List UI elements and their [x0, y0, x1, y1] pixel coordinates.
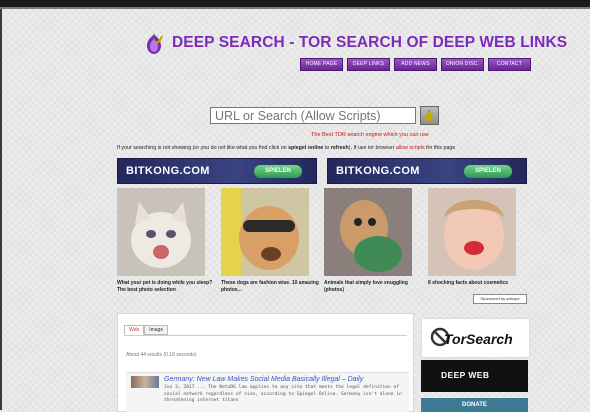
tab-divider: [124, 335, 407, 336]
ad-thumbnail-kitten[interactable]: [117, 188, 205, 276]
torsearch-logo[interactable]: TorSearch: [421, 318, 530, 358]
allow-scripts-link[interactable]: allow scripts: [396, 145, 425, 151]
result-snippet: Jun 3, 2017 ... The NetzDG law applies t…: [164, 385, 402, 404]
nav-onion-disc-button[interactable]: ONION DISC.: [441, 58, 484, 71]
nav-add-news-button[interactable]: ADD NEWS: [394, 58, 437, 71]
nav-deep-links-button[interactable]: DEEP LINKS: [347, 58, 390, 71]
ad-caption[interactable]: These dogs are fashion wise. 10 amazing …: [221, 280, 321, 294]
search-notice: If your searching is not showing (or you…: [117, 145, 455, 151]
tab-image[interactable]: Image: [144, 325, 169, 335]
result-count: About 44 results (0.18 seconds): [126, 352, 197, 358]
result-thumbnail[interactable]: [131, 376, 159, 388]
ad-caption[interactable]: What your pet is doing while you sleep? …: [117, 280, 217, 294]
ad-block: BITKONG.COM SPIELEN BITKONG.COM SPIELEN …: [117, 158, 528, 304]
notice-text: If your searching is not showing (or you…: [117, 145, 289, 151]
ad-thumbnail-animals[interactable]: [324, 188, 412, 276]
nav-home-button[interactable]: HOME PAGE: [300, 58, 343, 71]
ad-caption[interactable]: 8 shocking facts about cosmetics: [428, 280, 528, 287]
refresh-link[interactable]: refresh: [331, 145, 349, 151]
onion-logo-icon: [147, 33, 163, 54]
page-title: DEEP SEARCH - TOR SEARCH OF DEEP WEB LIN…: [172, 34, 568, 51]
list-item: Germany: New Law Makes Social Media Basi…: [126, 372, 409, 412]
ad-thumbnail-dog[interactable]: [221, 188, 309, 276]
banner-brand: BITKONG.COM: [336, 165, 420, 177]
result-tabs: Web Image: [124, 325, 169, 335]
ad-caption[interactable]: Animals that simply love snuggling (phot…: [324, 280, 424, 294]
tab-web[interactable]: Web: [124, 325, 145, 335]
window-left-edge: [0, 9, 2, 410]
banner-play-button[interactable]: SPIELEN: [464, 165, 512, 178]
search-button[interactable]: [420, 106, 439, 125]
tagline: The Best TOR search engine which you can…: [311, 132, 429, 138]
spiegel-online-link[interactable]: spiegel online: [288, 145, 323, 151]
torsearch-logo-text: TorSearch: [444, 331, 513, 347]
search-input[interactable]: [210, 107, 416, 124]
notice-text: to: [323, 145, 331, 151]
notice-text: for this page: [424, 145, 456, 151]
deep-web-banner[interactable]: DEEP WEB: [421, 360, 528, 392]
notice-text: ), If use tor browser: [348, 145, 396, 151]
ad-banner[interactable]: BITKONG.COM SPIELEN: [117, 158, 317, 184]
banner-play-button[interactable]: SPIELEN: [254, 165, 302, 178]
deep-web-text: DEEP WEB: [441, 370, 490, 380]
sponsored-badge[interactable]: Sponsored by adhope: [473, 294, 527, 304]
search-results-panel: Web Image About 44 results (0.18 seconds…: [117, 313, 414, 412]
window-top-border: [0, 7, 590, 9]
onion-search-icon: [425, 109, 433, 122]
nav-contact-button[interactable]: CONTACT: [488, 58, 531, 71]
ad-thumbnail-girl[interactable]: [428, 188, 516, 276]
top-navigation: HOME PAGE DEEP LINKS ADD NEWS ONION DISC…: [300, 58, 531, 71]
result-title-link[interactable]: Germany: New Law Makes Social Media Basi…: [164, 376, 363, 383]
banner-brand: BITKONG.COM: [126, 165, 210, 177]
window-top-bar: [0, 0, 590, 7]
ad-banner[interactable]: BITKONG.COM SPIELEN: [327, 158, 527, 184]
